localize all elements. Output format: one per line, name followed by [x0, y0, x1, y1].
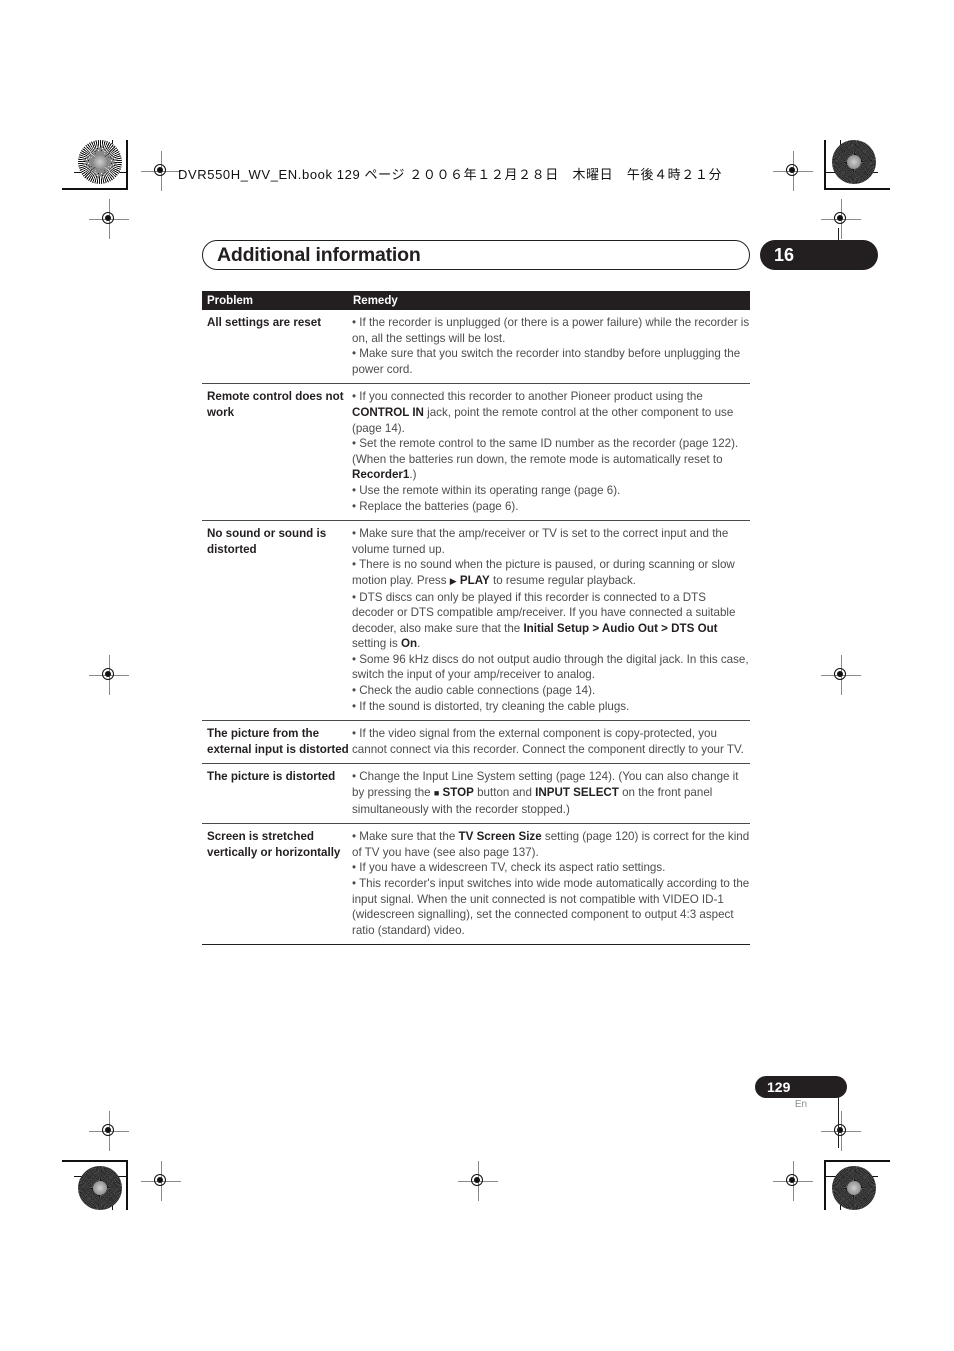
- rosette-mark-bottom-left: [78, 1166, 122, 1210]
- cell-remedy: • Make sure that the amp/receiver or TV …: [352, 527, 749, 713]
- column-header-problem: Problem: [207, 294, 254, 307]
- cell-remedy: • Make sure that the TV Screen Size sett…: [352, 830, 750, 937]
- registration-mark-lower-right: [821, 1111, 861, 1151]
- cell-problem: No sound or sound is distorted: [207, 527, 327, 556]
- page-title: Additional information: [217, 243, 421, 266]
- cell-problem: Screen is stretched vertically or horizo…: [207, 830, 341, 859]
- registration-mark-bottom-left: [141, 1161, 181, 1201]
- cell-remedy: • If the video signal from the external …: [352, 727, 744, 756]
- cell-problem: Remote control does not work: [207, 390, 344, 419]
- cell-remedy: • If you connected this recorder to anot…: [352, 390, 739, 513]
- crop-mark-top-right-v: [824, 140, 826, 190]
- registration-mark-bottom-center: [458, 1161, 498, 1201]
- document-page: DVR550H_WV_EN.book 129 ページ ２００６年１２月２８日 木…: [0, 0, 954, 1351]
- registration-mark-upper-left: [89, 199, 129, 239]
- registration-mark-mid-right: [821, 655, 861, 695]
- crop-mark-top-left-h: [62, 188, 128, 190]
- rosette-mark-top-left: [78, 140, 122, 184]
- cell-remedy: • If the recorder is unplugged (or there…: [352, 316, 750, 376]
- registration-mark-top-left: [141, 151, 181, 191]
- rosette-mark-bottom-right: [832, 1166, 876, 1210]
- crop-mark-bottom-right-h: [824, 1160, 890, 1162]
- cell-remedy: • Change the Input Line System setting (…: [352, 770, 739, 816]
- registration-mark-bottom-right: [773, 1161, 813, 1201]
- crop-mark-bottom-left-h: [62, 1160, 128, 1162]
- cell-problem: The picture from the external input is d…: [207, 727, 349, 756]
- table-row: No sound or sound is distorted • Make sur…: [202, 521, 750, 722]
- rosette-mark-top-right: [832, 140, 876, 184]
- language-code: En: [794, 1099, 808, 1110]
- chapter-title-pill: Additional information: [202, 240, 750, 270]
- page-number: 129: [767, 1079, 791, 1095]
- troubleshooting-table: Problem Remedy All settings are reset • I…: [202, 291, 750, 946]
- registration-mark-mid-left: [89, 655, 129, 695]
- table-row: The picture from the external input is d…: [202, 721, 750, 765]
- table-body: All settings are reset • If the recorder …: [202, 310, 750, 946]
- registration-mark-upper-right: [821, 199, 861, 239]
- running-head: DVR550H_WV_EN.book 129 ページ ２００６年１２月２８日 木…: [178, 167, 723, 182]
- registration-mark-top-right: [773, 151, 813, 191]
- table-row: All settings are reset • If the recorder …: [202, 310, 750, 385]
- crop-mark-bottom-right-v: [824, 1160, 826, 1210]
- crop-mark-bottom-left-v: [126, 1160, 128, 1210]
- cell-problem: The picture is distorted: [207, 770, 336, 784]
- cell-problem: All settings are reset: [207, 316, 322, 329]
- table-row: Remote control does not work • If you con…: [202, 384, 750, 522]
- chapter-number: 16: [774, 244, 795, 265]
- table-row: The picture is distorted • Change the Inp…: [202, 764, 750, 825]
- crop-mark-top-right-h: [824, 188, 890, 190]
- chapter-number-tab: 16: [760, 240, 878, 270]
- column-header-remedy: Remedy: [353, 294, 398, 307]
- page-number-tab: 129: [755, 1076, 847, 1098]
- crop-mark-top-left-v: [126, 140, 128, 190]
- registration-mark-lower-left: [89, 1111, 129, 1151]
- table-row: Screen is stretched vertically or horizo…: [202, 824, 750, 946]
- table-header-row: Problem Remedy: [202, 291, 750, 310]
